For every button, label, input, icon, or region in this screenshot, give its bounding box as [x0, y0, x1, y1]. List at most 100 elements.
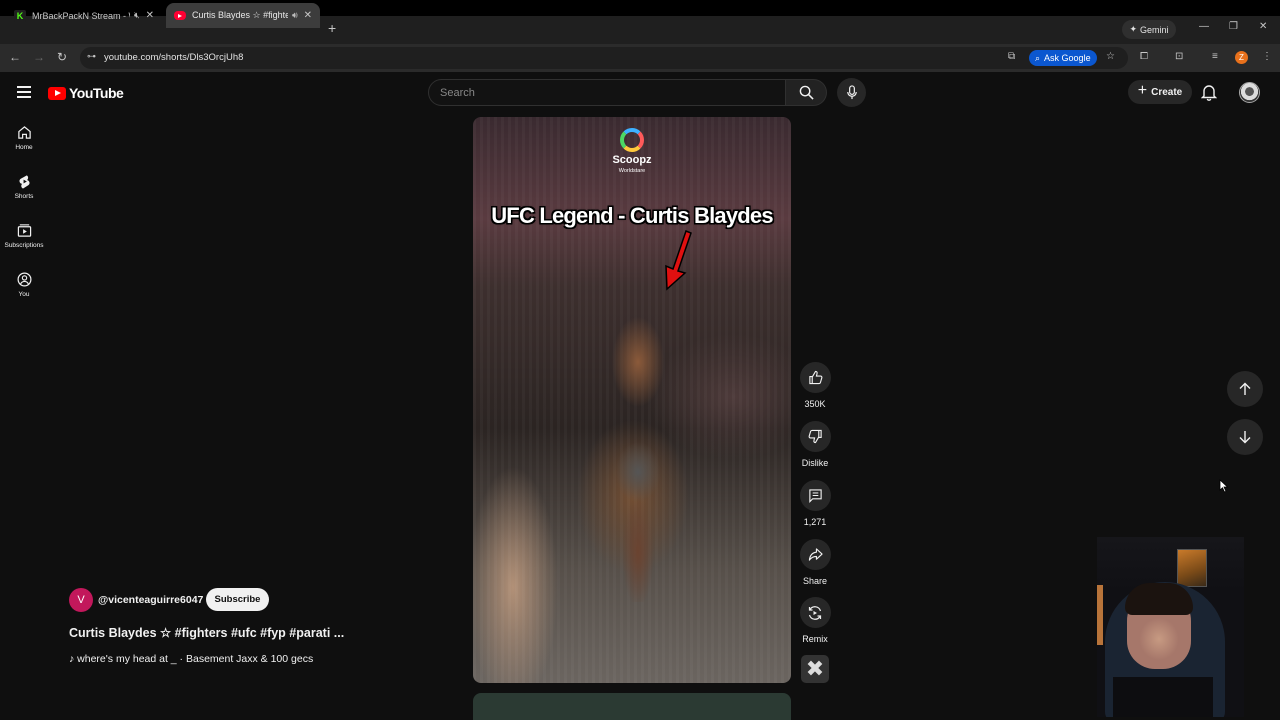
thumbs-down-icon: [808, 429, 822, 444]
mouse-cursor-icon: [1219, 479, 1229, 493]
x-logo-icon: ✖: [805, 656, 825, 681]
back-icon[interactable]: ←: [9, 50, 21, 64]
search-icon: [799, 85, 814, 100]
share-label: Share: [802, 576, 828, 586]
youtube-favicon-icon: [174, 11, 186, 20]
home-icon: [17, 126, 31, 139]
account-avatar[interactable]: [1239, 82, 1260, 103]
minimize-window-icon[interactable]: —: [1199, 21, 1209, 32]
microphone-icon: [846, 85, 857, 100]
music-attribution[interactable]: ♪ where's my head at _ · Basement Jaxx &…: [69, 653, 313, 665]
bookmark-star-icon[interactable]: ☆: [1106, 51, 1115, 62]
new-tab-button[interactable]: +: [328, 20, 336, 36]
sidebar-item-shorts[interactable]: Shorts: [0, 174, 48, 200]
thumbs-up-icon: [808, 370, 822, 385]
lens-icon: ⌕: [1035, 52, 1041, 63]
youtube-play-icon: [48, 86, 66, 100]
webcam-person-shirt: [1113, 677, 1213, 717]
video-caption-overlay: UFC Legend - Curtis Blaydes: [491, 203, 773, 228]
create-button[interactable]: + Create: [1128, 80, 1192, 104]
extensions-icon[interactable]: ⧠: [1140, 51, 1148, 62]
browser-tab-kick[interactable]: K MrBackPackN Stream - Wa 🔇︎ ✕: [6, 3, 162, 28]
comments-button[interactable]: 1,271: [796, 480, 834, 527]
shorts-icon: [18, 175, 30, 189]
create-label: Create: [1151, 86, 1183, 98]
video-watermark: Scoopz Worldstare: [473, 117, 791, 174]
watermark-sub: Worldstare: [618, 168, 646, 174]
subscriptions-icon: [17, 224, 31, 237]
remix-icon: [808, 605, 822, 620]
streamer-webcam: [1097, 537, 1244, 717]
like-count: 350K: [804, 399, 826, 409]
channel-name[interactable]: @vicenteaguirre6047: [98, 594, 203, 606]
sidebar-item-label: Subscriptions: [4, 242, 44, 249]
media-controls-icon[interactable]: ≡: [1212, 51, 1218, 62]
close-tab-icon[interactable]: ✕: [304, 10, 312, 21]
webcam-chair-edge: [1097, 585, 1103, 645]
next-short-button[interactable]: [1227, 419, 1263, 455]
ask-google-button[interactable]: ⌕ Ask Google: [1029, 50, 1097, 66]
search-placeholder: Search: [440, 86, 475, 99]
sidebar-item-subscriptions[interactable]: Subscriptions: [0, 223, 48, 249]
comment-count: 1,271: [803, 517, 827, 527]
browser-tab-youtube[interactable]: Curtis Blaydes ☆ #fighters 🔊︎ ✕: [166, 3, 320, 28]
share-icon: [808, 548, 823, 561]
music-note-icon: ♪: [69, 653, 78, 665]
remix-button[interactable]: Remix: [796, 597, 834, 644]
browser-menu-icon[interactable]: ⋮: [1262, 51, 1272, 62]
profile-avatar[interactable]: Z: [1235, 51, 1248, 64]
you-icon: [17, 272, 31, 287]
red-arrow-icon: [665, 230, 692, 291]
gemini-button[interactable]: ✦ Gemini: [1122, 20, 1176, 39]
comment-icon: [808, 489, 822, 503]
notifications-button[interactable]: [1200, 83, 1218, 106]
search-input[interactable]: Search: [428, 79, 786, 106]
remix-label: Remix: [802, 634, 828, 644]
channel-avatar[interactable]: V: [69, 588, 93, 612]
subscribe-button[interactable]: Subscribe: [206, 588, 269, 611]
close-window-icon[interactable]: ✕: [1259, 21, 1267, 32]
webcam-person-hair: [1125, 583, 1193, 615]
site-info-icon[interactable]: ⊶: [87, 51, 99, 63]
tab-title: Curtis Blaydes ☆ #fighters: [192, 10, 288, 20]
share-button[interactable]: Share: [796, 539, 834, 586]
menu-icon[interactable]: [17, 86, 31, 98]
url-text[interactable]: youtube.com/shorts/Dls3OrcjUh8: [104, 52, 243, 63]
restore-window-icon[interactable]: ❐: [1229, 21, 1238, 32]
tab-title: MrBackPackN Stream - Wa: [32, 10, 130, 21]
like-button[interactable]: 350K: [796, 362, 834, 409]
short-video-player[interactable]: Scoopz Worldstare UFC Legend - Curtis Bl…: [473, 117, 791, 683]
youtube-wordmark: YouTube: [69, 85, 124, 101]
youtube-logo[interactable]: YouTube: [48, 85, 124, 101]
ask-google-label: Ask Google: [1044, 53, 1091, 63]
muted-icon[interactable]: 🔇︎: [134, 10, 140, 21]
close-tab-icon[interactable]: ✕: [146, 10, 154, 21]
search-button[interactable]: [786, 79, 827, 106]
sound-thumbnail[interactable]: ✖: [801, 655, 829, 683]
sidebar-item-you[interactable]: You: [0, 272, 48, 298]
audio-playing-icon[interactable]: 🔊︎: [292, 10, 298, 21]
plus-icon: +: [1137, 82, 1148, 99]
gemini-sparkle-icon: ✦: [1129, 24, 1138, 34]
arrow-down-icon: [1239, 431, 1251, 444]
watermark-name: Scoopz: [612, 154, 652, 166]
sidebar-item-home[interactable]: Home: [0, 125, 48, 151]
kick-favicon-icon: K: [14, 9, 26, 22]
sidebar-item-label: Shorts: [14, 193, 34, 200]
video-fighter-figure: [603, 312, 673, 602]
sidebar-item-label: You: [18, 291, 30, 298]
video-title[interactable]: Curtis Blaydes ☆ #fighters #ufc #fyp #pa…: [69, 625, 344, 640]
bell-icon: [1200, 85, 1218, 101]
cast-icon[interactable]: ⊡: [1175, 51, 1183, 62]
gemini-label: Gemini: [1140, 24, 1169, 35]
voice-search-button[interactable]: [837, 78, 866, 107]
next-short-preview[interactable]: [473, 693, 791, 720]
install-app-icon[interactable]: ⧉: [1008, 51, 1015, 62]
tiger-poster: [1177, 549, 1207, 587]
previous-short-button[interactable]: [1227, 371, 1263, 407]
sidebar-item-label: Home: [15, 144, 33, 151]
scoopz-logo-icon: [620, 128, 644, 152]
dislike-button[interactable]: Dislike: [796, 421, 834, 468]
forward-icon[interactable]: →: [33, 50, 45, 64]
reload-icon[interactable]: ↻: [57, 50, 67, 64]
